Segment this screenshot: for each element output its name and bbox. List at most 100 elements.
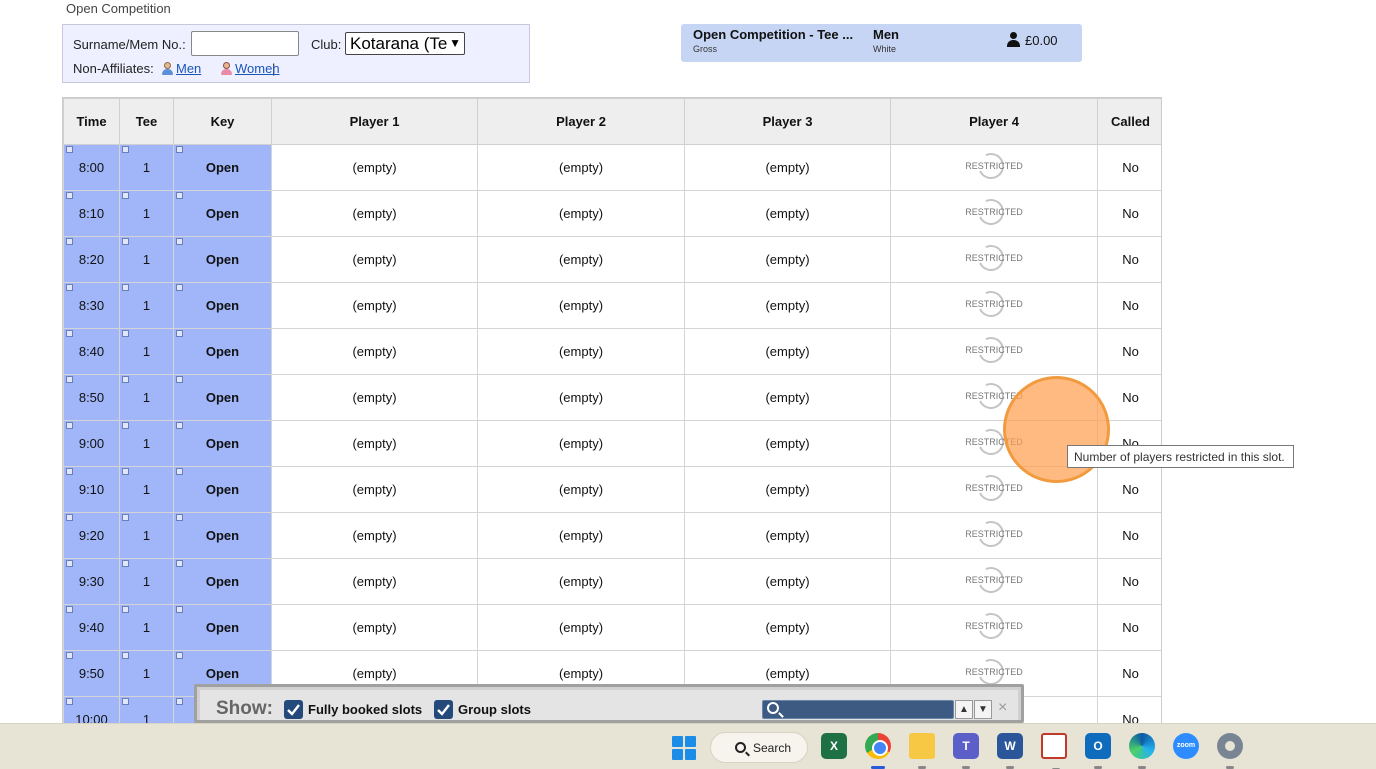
outlook-icon[interactable]: O bbox=[1085, 733, 1111, 769]
slot-time-cell[interactable]: 8:10 bbox=[63, 190, 120, 237]
expand-icon[interactable] bbox=[176, 192, 183, 199]
player-1-slot[interactable]: (empty) bbox=[271, 328, 478, 375]
expand-icon[interactable] bbox=[176, 422, 183, 429]
slot-time-cell[interactable]: 8:20 bbox=[63, 236, 120, 283]
player-2-slot[interactable]: (empty) bbox=[477, 144, 685, 191]
expand-icon[interactable] bbox=[66, 192, 73, 199]
fully-booked-label[interactable]: Fully booked slots bbox=[308, 702, 422, 717]
player-3-slot[interactable]: (empty) bbox=[684, 466, 891, 513]
restricted-icon[interactable]: RESTRICTED bbox=[964, 655, 1024, 689]
player-1-slot[interactable]: (empty) bbox=[271, 420, 478, 467]
player-2-slot[interactable]: (empty) bbox=[477, 466, 685, 513]
player-1-slot[interactable]: (empty) bbox=[271, 374, 478, 421]
slot-tee-cell[interactable]: 1 bbox=[119, 512, 174, 559]
expand-icon[interactable] bbox=[122, 330, 129, 337]
slot-tee-cell[interactable]: 1 bbox=[119, 328, 174, 375]
player-3-slot[interactable]: (empty) bbox=[684, 190, 891, 237]
restricted-icon[interactable]: RESTRICTED bbox=[964, 241, 1024, 275]
player-1-slot[interactable]: (empty) bbox=[271, 512, 478, 559]
taskbar-search[interactable]: Search bbox=[710, 732, 808, 763]
player-2-slot[interactable]: (empty) bbox=[477, 282, 685, 329]
restricted-icon[interactable]: RESTRICTED bbox=[964, 471, 1024, 505]
slot-key-cell[interactable]: Open bbox=[173, 512, 272, 559]
expand-icon[interactable] bbox=[66, 376, 73, 383]
fully-booked-checkbox[interactable] bbox=[284, 700, 303, 719]
player-3-slot[interactable]: (empty) bbox=[684, 558, 891, 605]
expand-icon[interactable] bbox=[66, 238, 73, 245]
women-link[interactable]: Women bbox=[220, 61, 280, 76]
player-1-slot[interactable]: (empty) bbox=[271, 236, 478, 283]
slot-tee-cell[interactable]: 1 bbox=[119, 190, 174, 237]
slot-time-cell[interactable]: 9:30 bbox=[63, 558, 120, 605]
slot-key-cell[interactable]: Open bbox=[173, 144, 272, 191]
player-2-slot[interactable]: (empty) bbox=[477, 558, 685, 605]
find-input[interactable] bbox=[762, 700, 954, 719]
player-1-slot[interactable]: (empty) bbox=[271, 558, 478, 605]
slot-time-cell[interactable]: 8:40 bbox=[63, 328, 120, 375]
expand-icon[interactable] bbox=[176, 514, 183, 521]
excel-icon[interactable]: X bbox=[821, 733, 847, 759]
settings-icon[interactable] bbox=[1217, 733, 1243, 769]
player-4-slot[interactable]: RESTRICTED bbox=[890, 328, 1098, 375]
player-4-slot[interactable]: RESTRICTED bbox=[890, 144, 1098, 191]
restricted-icon[interactable]: RESTRICTED bbox=[964, 195, 1024, 229]
slot-time-cell[interactable]: 9:50 bbox=[63, 650, 120, 697]
expand-icon[interactable] bbox=[66, 698, 73, 705]
teams-icon[interactable]: T bbox=[953, 733, 979, 769]
slot-time-cell[interactable]: 10:00 bbox=[63, 696, 120, 723]
expand-icon[interactable] bbox=[176, 560, 183, 567]
player-4-slot[interactable]: RESTRICTED bbox=[890, 190, 1098, 237]
find-next-button[interactable]: ▼ bbox=[974, 700, 992, 719]
player-1-slot[interactable]: (empty) bbox=[271, 604, 478, 651]
player-4-slot[interactable]: RESTRICTED bbox=[890, 282, 1098, 329]
player-2-slot[interactable]: (empty) bbox=[477, 604, 685, 651]
expand-icon[interactable] bbox=[176, 698, 183, 705]
zoom-icon[interactable]: zoom bbox=[1173, 733, 1199, 759]
expand-icon[interactable] bbox=[66, 652, 73, 659]
expand-icon[interactable] bbox=[66, 468, 73, 475]
expand-icon[interactable] bbox=[176, 146, 183, 153]
slot-tee-cell[interactable]: 1 bbox=[119, 374, 174, 421]
slot-tee-cell[interactable]: 1 bbox=[119, 466, 174, 513]
slot-time-cell[interactable]: 9:10 bbox=[63, 466, 120, 513]
expand-icon[interactable] bbox=[66, 560, 73, 567]
find-previous-button[interactable]: ▲ bbox=[955, 700, 973, 719]
slot-key-cell[interactable]: Open bbox=[173, 604, 272, 651]
slot-tee-cell[interactable]: 1 bbox=[119, 236, 174, 283]
player-2-slot[interactable]: (empty) bbox=[477, 236, 685, 283]
slot-key-cell[interactable]: Open bbox=[173, 236, 272, 283]
restricted-icon[interactable]: RESTRICTED bbox=[964, 517, 1024, 551]
slot-tee-cell[interactable]: 1 bbox=[119, 144, 174, 191]
player-4-slot[interactable]: RESTRICTED bbox=[890, 558, 1098, 605]
expand-icon[interactable] bbox=[122, 468, 129, 475]
player-3-slot[interactable]: (empty) bbox=[684, 144, 891, 191]
player-4-slot[interactable]: RESTRICTED bbox=[890, 236, 1098, 283]
player-3-slot[interactable]: (empty) bbox=[684, 374, 891, 421]
expand-icon[interactable] bbox=[122, 560, 129, 567]
expand-icon[interactable] bbox=[66, 146, 73, 153]
group-slots-label[interactable]: Group slots bbox=[458, 702, 531, 717]
expand-icon[interactable] bbox=[66, 330, 73, 337]
edge-icon[interactable] bbox=[1129, 733, 1155, 769]
player-2-slot[interactable]: (empty) bbox=[477, 190, 685, 237]
file-explorer-icon[interactable] bbox=[909, 733, 935, 769]
player-1-slot[interactable]: (empty) bbox=[271, 144, 478, 191]
competition-banner[interactable]: Open Competition - Tee ... Gross Men Whi… bbox=[681, 24, 1082, 62]
slot-time-cell[interactable]: 9:40 bbox=[63, 604, 120, 651]
restricted-icon[interactable]: RESTRICTED bbox=[964, 563, 1024, 597]
player-4-slot[interactable]: RESTRICTED bbox=[890, 512, 1098, 559]
expand-icon[interactable] bbox=[122, 514, 129, 521]
player-3-slot[interactable]: (empty) bbox=[684, 328, 891, 375]
expand-icon[interactable] bbox=[176, 284, 183, 291]
player-3-slot[interactable]: (empty) bbox=[684, 512, 891, 559]
expand-icon[interactable] bbox=[122, 652, 129, 659]
club-select[interactable]: Kotarana (Te ▼ bbox=[345, 32, 465, 55]
slot-time-cell[interactable]: 8:50 bbox=[63, 374, 120, 421]
surname-input[interactable] bbox=[191, 31, 299, 56]
expand-icon[interactable] bbox=[66, 284, 73, 291]
player-3-slot[interactable]: (empty) bbox=[684, 604, 891, 651]
group-slots-checkbox[interactable] bbox=[434, 700, 453, 719]
player-4-slot[interactable]: RESTRICTED bbox=[890, 604, 1098, 651]
expand-icon[interactable] bbox=[66, 606, 73, 613]
slot-key-cell[interactable]: Open bbox=[173, 190, 272, 237]
